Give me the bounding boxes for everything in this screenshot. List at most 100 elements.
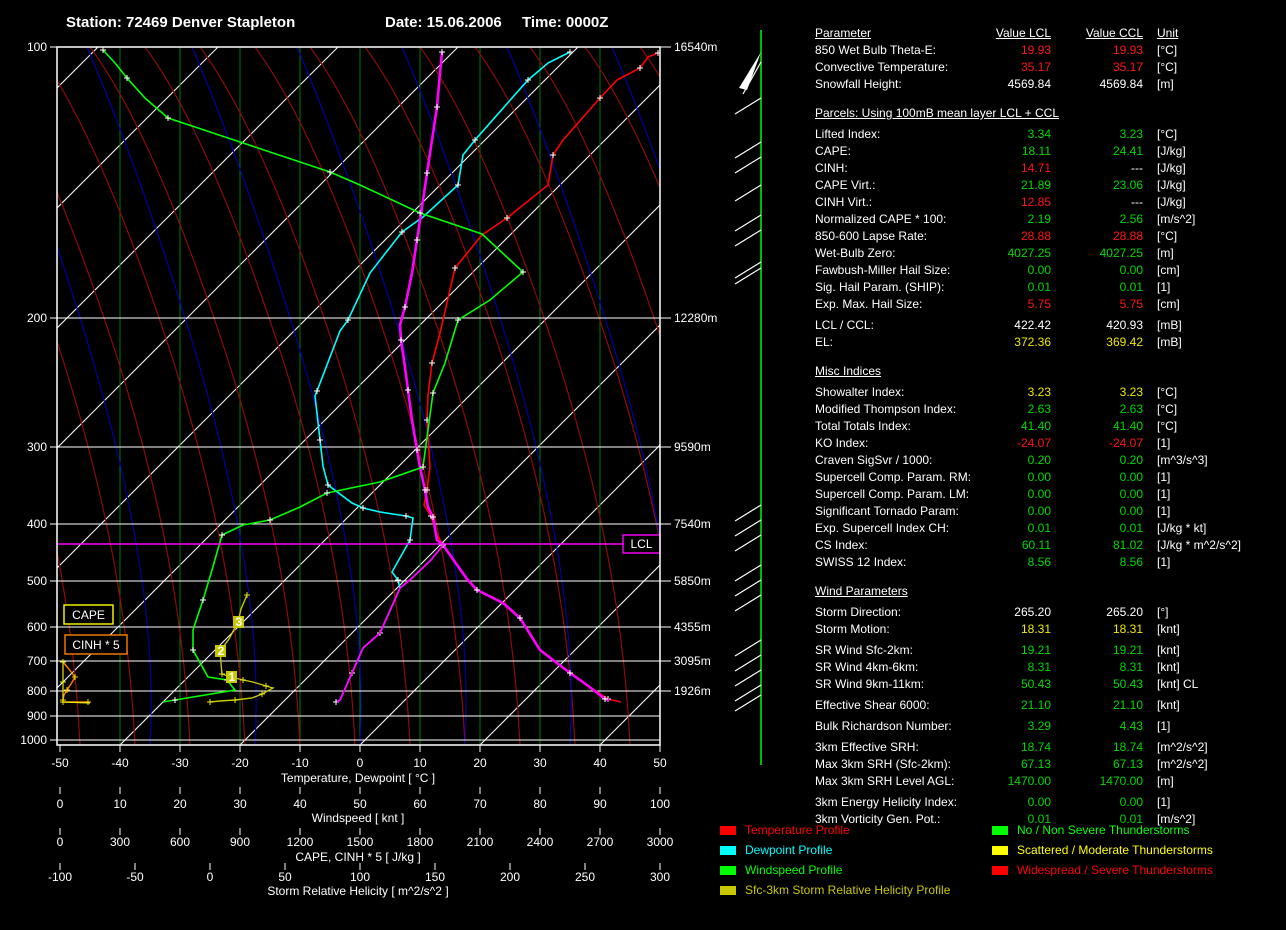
unit-label: [m] [1143,245,1281,261]
srh-tick-label: 200 [500,870,520,884]
table-row: Sig. Hail Param. (SHIP):0.010.01[1] [815,279,1281,296]
value-ccl: -24.07 [1051,435,1143,451]
table-row: Storm Motion:18.3118.31[knt] [815,621,1281,638]
value-lcl: 0.00 [965,486,1051,502]
value-lcl: 5.75 [965,296,1051,312]
pressure-label: 500 [27,574,47,588]
unit-label: [J/kg] [1143,160,1281,176]
value-lcl: 3.34 [965,126,1051,142]
unit-label: [mB] [1143,317,1281,333]
param-label: Snowfall Height: [815,76,965,92]
value-ccl: 24.41 [1051,143,1143,159]
param-label: Convective Temperature: [815,59,965,75]
pressure-label: 800 [27,684,47,698]
param-label: 3km Effective SRH: [815,739,965,755]
unit-label: [1] [1143,503,1281,519]
table-row: LCL / CCL:422.42420.93[mB] [815,317,1281,334]
pressure-label: 100 [27,40,47,54]
temperature-tick-label: 40 [593,756,607,770]
param-label: Storm Motion: [815,621,965,637]
value-ccl: 28.88 [1051,228,1143,244]
windspeed-tick-label: 100 [650,797,670,811]
value-lcl: 18.11 [965,143,1051,159]
unit-label: [knt] [1143,659,1281,675]
srh-axis-title: Storm Relative Helicity [ m^2/s^2 ] [267,884,448,898]
cape-tick-label: 600 [170,835,190,849]
param-label: SR Wind 9km-11km: [815,676,965,692]
windspeed-tick-label: 40 [293,797,307,811]
table-header-row: ParameterValue LCLValue CCLUnit [815,25,1281,42]
temperature-tick-label: -30 [171,756,189,770]
pressure-label: 900 [27,709,47,723]
value-ccl: 1470.00 [1051,773,1143,789]
section-title: Misc Indices [815,364,881,378]
unit-label: [knt] [1143,642,1281,658]
srh-marker-label: 2 [218,644,225,658]
srh-tick-label: 50 [278,870,292,884]
legend-item: Temperature Profile [720,820,950,840]
value-ccl: 67.13 [1051,756,1143,772]
value-lcl: 0.00 [965,469,1051,485]
unit-label: [°C] [1143,401,1281,417]
value-ccl: --- [1051,194,1143,210]
unit-label: [°C] [1143,384,1281,400]
legend-swatch [720,866,736,875]
temperature-tick-label: 10 [413,756,427,770]
unit-label: [cm] [1143,296,1281,312]
pressure-label: 300 [27,440,47,454]
parameter-table: ParameterValue LCLValue CCLUnit850 Wet B… [815,25,1281,828]
param-label: Bulk Richardson Number: [815,718,965,734]
legend-label: No / Non Severe Thunderstorms [1017,823,1190,837]
header-value-lcl: Value LCL [965,25,1051,41]
table-section: Misc Indices [815,363,1281,380]
param-label: Wet-Bulb Zero: [815,245,965,261]
legend-item: Dewpoint Profile [720,840,950,860]
value-ccl: 0.00 [1051,262,1143,278]
legend-thunderstorms: No / Non Severe Thunderstorms Scattered /… [992,820,1213,880]
value-lcl: 8.31 [965,659,1051,675]
table-row: SR Wind Sfc-2km:19.2119.21[knt] [815,642,1281,659]
cape-box-label: CAPE [72,608,105,622]
legend-swatch [720,846,736,855]
unit-label: [°C] [1143,228,1281,244]
value-ccl: 2.63 [1051,401,1143,417]
value-ccl: 50.43 [1051,676,1143,692]
pressure-label: 1000 [20,733,47,747]
windspeed-tick-label: 50 [353,797,367,811]
unit-label: [1] [1143,486,1281,502]
param-label: Showalter Index: [815,384,965,400]
legend-label: Scattered / Moderate Thunderstorms [1017,843,1213,857]
cape-tick-label: 900 [230,835,250,849]
unit-label: [J/kg] [1143,194,1281,210]
srh-marker-label: 1 [229,670,236,684]
table-row: CINH:14.71---[J/kg] [815,160,1281,177]
legend-swatch [720,886,736,895]
unit-label: [mB] [1143,334,1281,350]
param-label: CINH: [815,160,965,176]
legend-swatch [992,866,1008,875]
value-ccl: 0.01 [1051,520,1143,536]
value-lcl: 0.01 [965,520,1051,536]
value-lcl: 21.89 [965,177,1051,193]
param-label: Fawbush-Miller Hail Size: [815,262,965,278]
cape-tick-label: 2700 [587,835,614,849]
unit-label: [1] [1143,469,1281,485]
windspeed-tick-label: 90 [593,797,607,811]
cape-tick-label: 1200 [287,835,314,849]
legend-label: Dewpoint Profile [745,843,832,857]
table-row: SR Wind 9km-11km:50.4350.43[knt] CL [815,676,1281,693]
table-row: 3km Energy Helicity Index:0.000.00[1] [815,794,1281,811]
value-lcl: 41.40 [965,418,1051,434]
value-lcl: 67.13 [965,756,1051,772]
value-ccl: 0.20 [1051,452,1143,468]
windspeed-tick-label: 0 [57,797,64,811]
param-label: Sig. Hail Param. (SHIP): [815,279,965,295]
table-row: CINH Virt.:12.85---[J/kg] [815,194,1281,211]
unit-label: [knt] CL [1143,676,1281,692]
header-value-ccl: Value CCL [1051,25,1143,41]
value-lcl: 0.00 [965,262,1051,278]
value-ccl: 0.01 [1051,279,1143,295]
cape-axis-title: CAPE, CINH * 5 [ J/kg ] [295,850,420,864]
table-row: Supercell Comp. Param. RM:0.000.00[1] [815,469,1281,486]
param-label: Exp. Supercell Index CH: [815,520,965,536]
